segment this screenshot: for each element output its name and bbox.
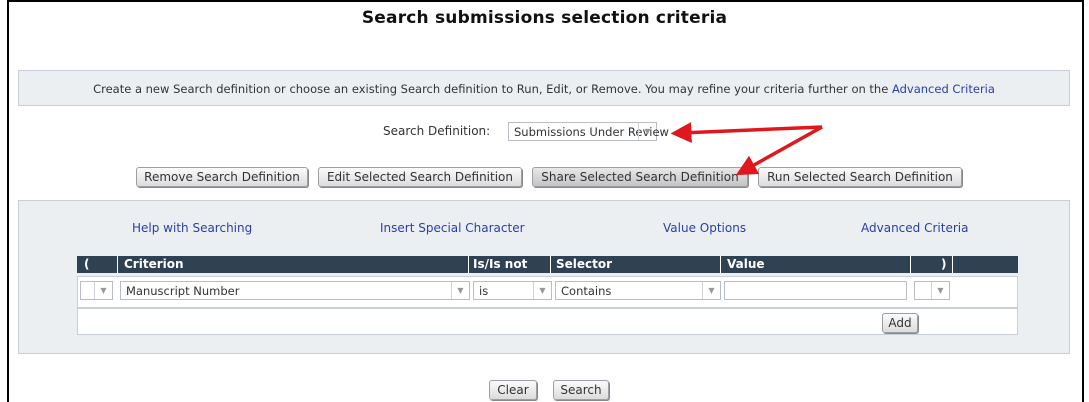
annotation-arrow xyxy=(670,122,823,144)
annotation-arrows xyxy=(670,122,823,176)
annotation-arrow xyxy=(735,125,823,176)
